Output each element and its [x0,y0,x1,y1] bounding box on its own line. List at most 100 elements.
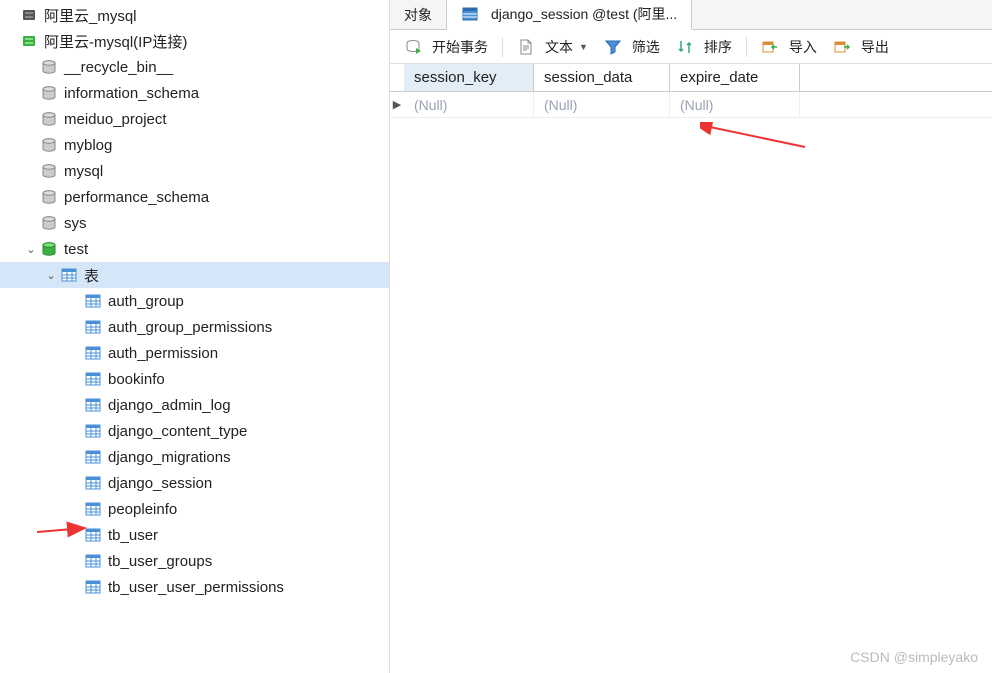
chevron-down-icon: ▼ [579,42,588,52]
column-session-key[interactable]: session_key [404,64,534,91]
import-icon [761,38,779,56]
export-icon [833,38,851,56]
tree-item-label: peopleinfo [108,501,177,518]
tree-item-mysql[interactable]: mysql [0,158,389,184]
button-label: 导出 [861,37,889,57]
db-icon [40,110,58,128]
tree-item-label: 阿里云-mysql(IP连接) [44,31,187,52]
tree-item-label: sys [64,215,87,232]
tree-item-tb-user[interactable]: tb_user [0,522,389,548]
db-icon [40,188,58,206]
row-marker-header [390,64,404,91]
tree-item-label: tb_user_user_permissions [108,579,284,596]
tree-item-django-content-type[interactable]: django_content_type [0,418,389,444]
tree-item-label: django_migrations [108,449,231,466]
table-icon [461,5,479,23]
tree-item-label: information_schema [64,85,199,102]
table-icon [84,448,102,466]
export-button[interactable]: 导出 [827,34,895,60]
button-label: 筛选 [632,37,660,57]
tree-item-label: test [64,241,88,258]
table-icon [84,396,102,414]
table-icon [84,500,102,518]
table-row[interactable]: ▶ (Null) (Null) (Null) [390,92,992,118]
tree-item-label: mysql [64,163,103,180]
tree-item-auth-group-permissions[interactable]: auth_group_permissions [0,314,389,340]
tree-item-label: performance_schema [64,189,209,206]
tree-item-label: tb_user_groups [108,553,212,570]
tab-django-session[interactable]: django_session @test (阿里... [447,0,692,30]
tree-item-test[interactable]: ⌄ test [0,236,389,262]
button-label: 文本 [545,37,573,57]
tree-item-tb-user-groups[interactable]: tb_user_groups [0,548,389,574]
cell[interactable]: (Null) [534,92,670,117]
tree-item-information-schema[interactable]: information_schema [0,80,389,106]
tree-item---recycle-bin--[interactable]: __recycle_bin__ [0,54,389,80]
db-icon [40,58,58,76]
tree-item-performance-schema[interactable]: performance_schema [0,184,389,210]
document-icon [517,38,535,56]
tree-item-meiduo-project[interactable]: meiduo_project [0,106,389,132]
data-grid[interactable]: session_key session_data expire_date ▶ (… [390,64,992,673]
cell[interactable]: (Null) [670,92,800,117]
button-label: 开始事务 [432,37,488,57]
column-session-data[interactable]: session_data [534,64,670,91]
db-icon [40,214,58,232]
table-icon [84,578,102,596]
tree-item-django-migrations[interactable]: django_migrations [0,444,389,470]
tree-item-label: __recycle_bin__ [64,59,173,76]
tree-item-label: 表 [84,265,99,286]
table-icon [60,266,78,284]
row-marker-icon: ▶ [390,92,404,117]
tree-item-peopleinfo[interactable]: peopleinfo [0,496,389,522]
server-open-icon [20,32,38,50]
tree-item-----mysql[interactable]: 阿里云_mysql [0,2,389,28]
button-label: 排序 [704,37,732,57]
tree-item-django-session[interactable]: django_session [0,470,389,496]
sort-button[interactable]: 排序 [670,34,738,60]
connection-tree[interactable]: 阿里云_mysql 阿里云-mysql(IP连接) __recycle_bin__i… [0,0,390,673]
table-icon [84,318,102,336]
tree-item-label: auth_permission [108,345,218,362]
main-panel: 对象 django_session @test (阿里... 开始事务 文本 ▼… [390,0,992,673]
tree-item-myblog[interactable]: myblog [0,132,389,158]
tabbar: 对象 django_session @test (阿里... [390,0,992,30]
separator [746,37,747,57]
tree-item-auth-permission[interactable]: auth_permission [0,340,389,366]
toolbar: 开始事务 文本 ▼ 筛选 排序 导入 导出 [390,30,992,64]
tree-item--[interactable]: ⌄表 [0,262,389,288]
column-expire-date[interactable]: expire_date [670,64,800,91]
button-label: 导入 [789,37,817,57]
tree-item-label: meiduo_project [64,111,167,128]
tree-item-tb-user-user-permissions[interactable]: tb_user_user_permissions [0,574,389,600]
tree-item-bookinfo[interactable]: bookinfo [0,366,389,392]
tree-item-label: django_content_type [108,423,247,440]
begin-transaction-button[interactable]: 开始事务 [398,34,494,60]
tree-item-label: django_session [108,475,212,492]
tree-item-label: bookinfo [108,371,165,388]
watermark: CSDN @simpleyako [850,649,978,665]
text-button[interactable]: 文本 ▼ [511,34,594,60]
tab-objects[interactable]: 对象 [390,0,447,29]
server-closed-icon [20,6,38,24]
transaction-icon [404,38,422,56]
tree-item-label: auth_group [108,293,184,310]
tree-item-label: 阿里云_mysql [44,5,137,26]
db-open-icon [40,240,58,258]
chevron-down-icon[interactable]: ⌄ [24,243,38,256]
tree-item-label: django_admin_log [108,397,231,414]
tree-item-label: myblog [64,137,112,154]
tree-item-----mysql-ip---[interactable]: 阿里云-mysql(IP连接) [0,28,389,54]
chevron-down-icon[interactable]: ⌄ [44,269,58,282]
tree-item-django-admin-log[interactable]: django_admin_log [0,392,389,418]
grid-header: session_key session_data expire_date [390,64,992,92]
import-button[interactable]: 导入 [755,34,823,60]
table-icon [84,422,102,440]
cell[interactable]: (Null) [404,92,534,117]
filter-button[interactable]: 筛选 [598,34,666,60]
db-icon [40,84,58,102]
table-icon [84,552,102,570]
db-icon [40,136,58,154]
tree-item-auth-group[interactable]: auth_group [0,288,389,314]
tree-item-sys[interactable]: sys [0,210,389,236]
